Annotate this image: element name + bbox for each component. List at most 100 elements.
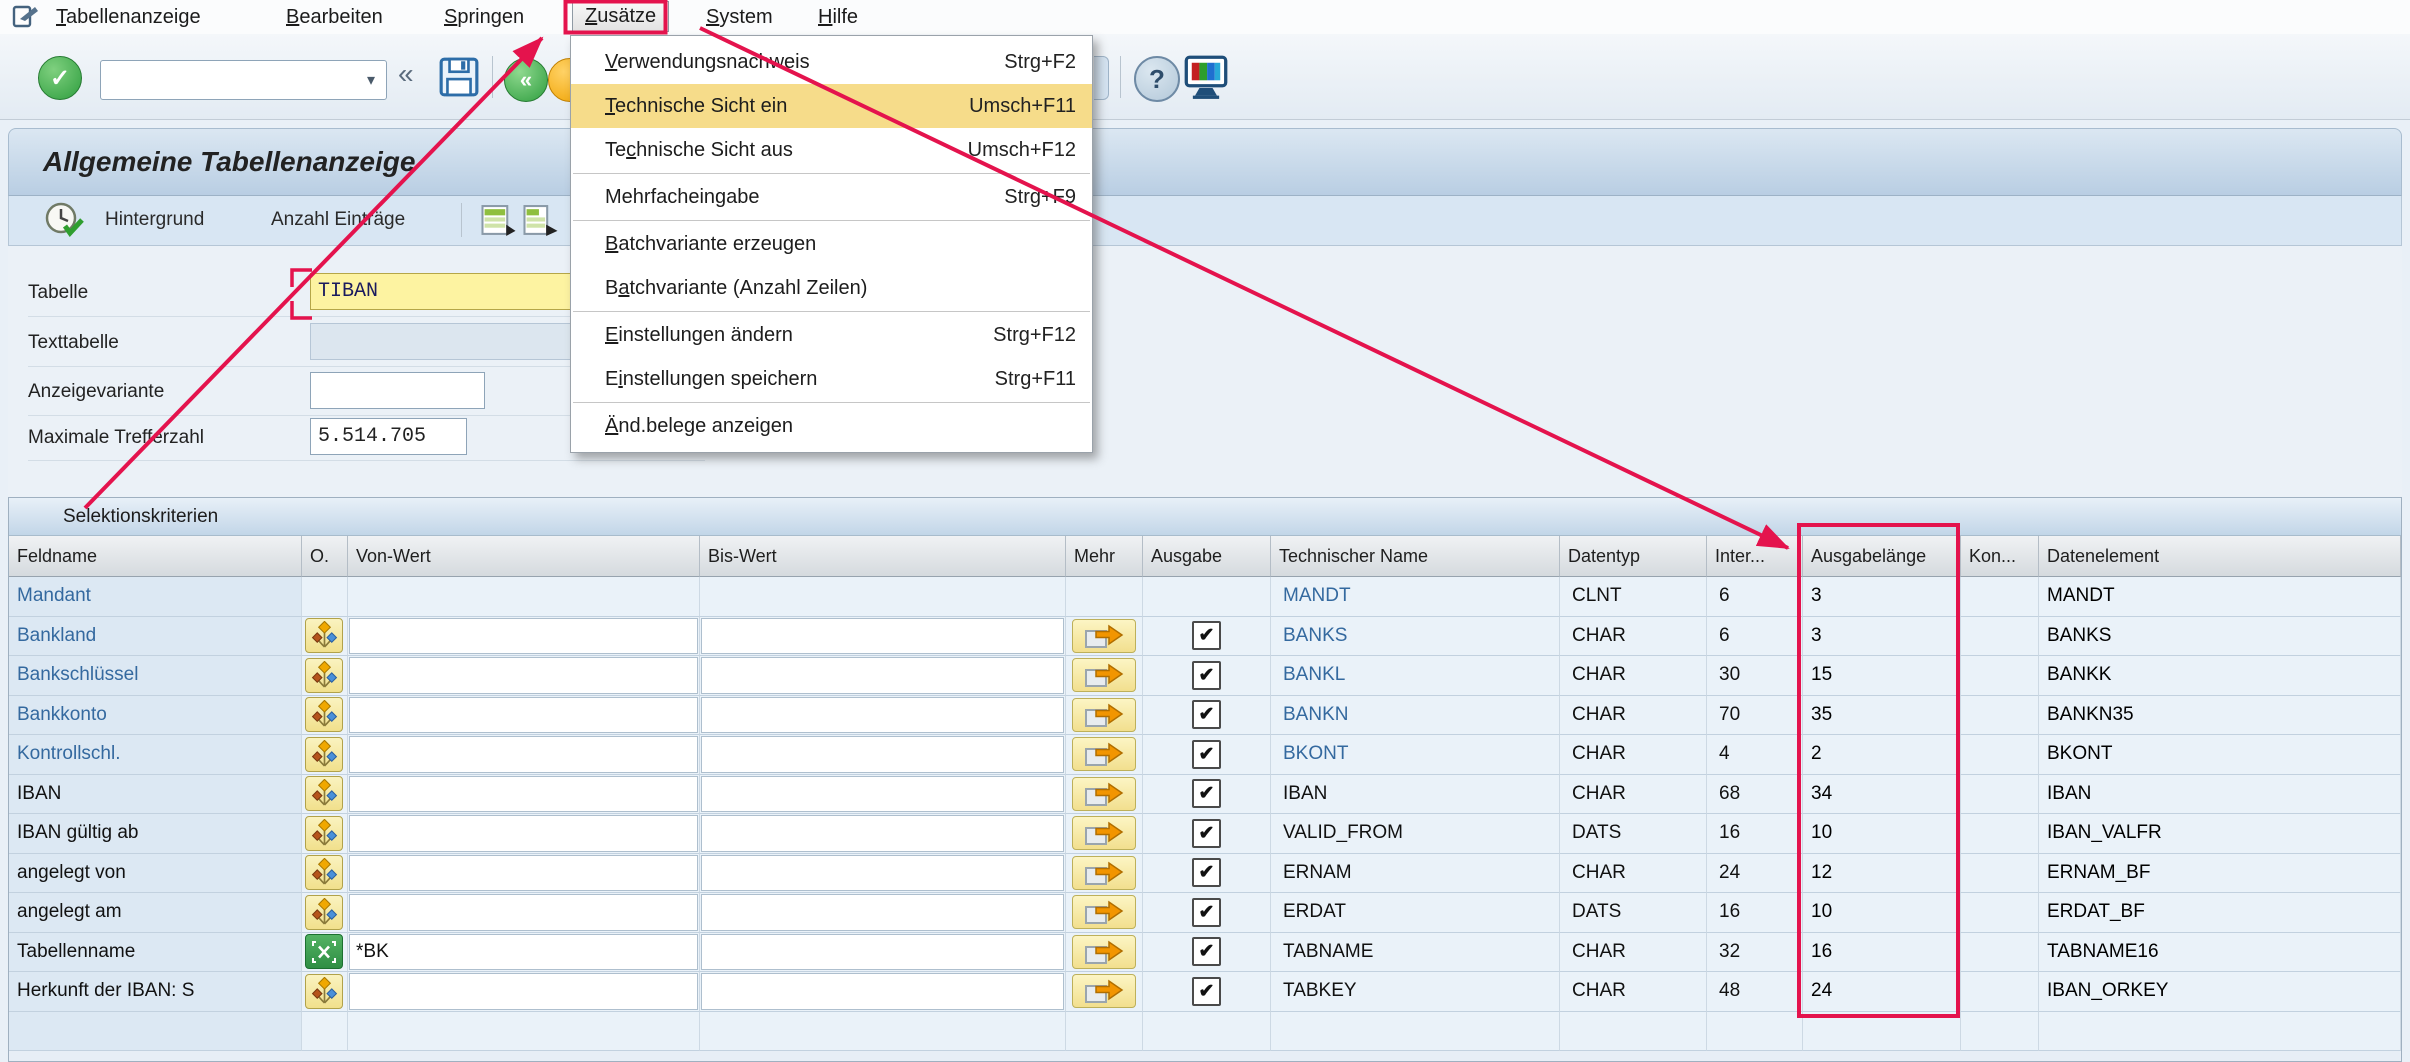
menu-item-label: Einstellungen ändern — [605, 324, 793, 347]
von-wert-input[interactable] — [349, 618, 698, 655]
von-wert-input[interactable] — [349, 697, 698, 734]
menu-item-8[interactable]: Änd.belege anzeigen — [571, 404, 1092, 448]
bis-wert-input[interactable] — [701, 618, 1064, 655]
interne-laenge: 24 — [1719, 862, 1740, 884]
execute-background-icon[interactable] — [43, 199, 85, 246]
bis-wert-input[interactable] — [701, 855, 1064, 892]
von-wert-input[interactable] — [349, 855, 698, 892]
maximale-trefferzahl-label: Maximale Trefferzahl — [28, 418, 204, 457]
von-wert-input[interactable]: *BK — [349, 934, 698, 971]
von-wert-input[interactable] — [349, 973, 698, 1010]
col-bis-wert[interactable]: Bis-Wert — [700, 536, 1066, 577]
col-ausgabelaenge[interactable]: Ausgabelänge — [1803, 536, 1961, 577]
interne-laenge: 6 — [1719, 625, 1730, 647]
mehr-button[interactable] — [1072, 935, 1136, 969]
ausgabe-checkbox[interactable]: ✔ — [1192, 700, 1221, 729]
von-wert-input[interactable] — [349, 657, 698, 694]
mehr-button[interactable] — [1072, 619, 1136, 653]
collapse-icon[interactable]: « — [398, 58, 414, 90]
bis-wert-input[interactable] — [701, 697, 1064, 734]
select-options-button[interactable] — [305, 895, 343, 930]
menu-hilfe[interactable]: Hilfe — [818, 0, 858, 34]
mehr-button[interactable] — [1072, 737, 1136, 771]
customize-layout-icon[interactable] — [1184, 54, 1228, 105]
select-options-button[interactable] — [305, 974, 343, 1009]
menu-item-5[interactable]: Batchvariante (Anzahl Zeilen) — [571, 266, 1092, 310]
exclude-selection-button[interactable] — [305, 934, 343, 969]
command-input[interactable]: ▾ — [100, 60, 387, 100]
anzeigevariante-input[interactable] — [310, 372, 485, 409]
select-options-button[interactable] — [305, 618, 343, 653]
col-feldname[interactable]: Feldname — [9, 536, 302, 577]
ausgabe-checkbox[interactable]: ✔ — [1192, 661, 1221, 690]
menu-bearbeiten[interactable]: Bearbeiten — [286, 0, 383, 34]
col-mehr[interactable]: Mehr — [1066, 536, 1143, 577]
col-datentyp[interactable]: Datentyp — [1560, 536, 1707, 577]
mehr-button[interactable] — [1072, 816, 1136, 850]
mehr-button[interactable] — [1072, 658, 1136, 692]
von-wert-input[interactable] — [349, 776, 698, 813]
ausgabe-checkbox[interactable]: ✔ — [1192, 819, 1221, 848]
select-options-button[interactable] — [305, 658, 343, 693]
bis-wert-input[interactable] — [701, 973, 1064, 1010]
menu-system[interactable]: System — [706, 0, 773, 34]
dropdown-arrow-icon[interactable]: ▾ — [356, 70, 386, 90]
von-wert-input[interactable] — [349, 815, 698, 852]
ausgabe-checkbox[interactable]: ✔ — [1192, 779, 1221, 808]
col-ausgabe[interactable]: Ausgabe — [1143, 536, 1271, 577]
menu-item-6[interactable]: Einstellungen ändernStrg+F12 — [571, 313, 1092, 357]
anzahl-eintraege-button[interactable]: Anzahl Einträge — [271, 196, 405, 244]
mehr-button[interactable] — [1072, 698, 1136, 732]
mehr-button[interactable] — [1072, 974, 1136, 1008]
von-wert-input[interactable] — [349, 736, 698, 773]
ausgabe-checkbox[interactable]: ✔ — [1192, 740, 1221, 769]
maximale-trefferzahl-input[interactable]: 5.514.705 — [310, 418, 467, 455]
save-button[interactable] — [438, 56, 480, 103]
selection-fields-icon[interactable] — [481, 204, 517, 242]
menu-item-2[interactable]: Technische Sicht ausUmsch+F12 — [571, 128, 1092, 172]
select-options-button[interactable] — [305, 697, 343, 732]
menu-item-1[interactable]: Technische Sicht einUmsch+F11 — [571, 84, 1092, 128]
col-o[interactable]: O. — [302, 536, 348, 577]
bis-wert-input[interactable] — [701, 894, 1064, 931]
select-options-button[interactable] — [305, 776, 343, 811]
enter-button[interactable]: ✓ — [38, 56, 82, 100]
ausgabe-checkbox[interactable]: ✔ — [1192, 898, 1221, 927]
menu-item-3[interactable]: MehrfacheingabeStrg+F9 — [571, 175, 1092, 219]
menu-item-0[interactable]: VerwendungsnachweisStrg+F2 — [571, 40, 1092, 84]
select-options-button[interactable] — [305, 816, 343, 851]
menu-tabellenanzeige[interactable]: Tabellenanzeige — [56, 0, 201, 34]
ausgabelaenge: 10 — [1811, 901, 1832, 923]
bis-wert-input[interactable] — [701, 736, 1064, 773]
select-options-button[interactable] — [305, 855, 343, 890]
ausgabe-checkbox[interactable]: ✔ — [1192, 937, 1221, 966]
mehr-button[interactable] — [1072, 777, 1136, 811]
col-von-wert[interactable]: Von-Wert — [348, 536, 700, 577]
bis-wert-input[interactable] — [701, 815, 1064, 852]
col-datenelement[interactable]: Datenelement — [2039, 536, 2401, 577]
menu-zusaetze[interactable]: Zusätze — [572, 1, 669, 32]
datenelement: BANKN35 — [2047, 704, 2134, 726]
menu-item-7[interactable]: Einstellungen speichernStrg+F11 — [571, 357, 1092, 401]
select-options-button[interactable] — [305, 737, 343, 772]
von-wert-input[interactable] — [349, 894, 698, 931]
mehr-button[interactable] — [1072, 895, 1136, 929]
menu-springen[interactable]: Springen — [444, 0, 524, 34]
bis-wert-input[interactable] — [701, 776, 1064, 813]
col-interne-laenge[interactable]: Inter... — [1707, 536, 1803, 577]
ausgabe-checkbox[interactable]: ✔ — [1192, 858, 1221, 887]
back-button[interactable]: « — [504, 58, 548, 102]
table-row: IBAN✔IBANCHAR6834IBAN — [9, 775, 2401, 815]
col-technischer-name[interactable]: Technischer Name — [1271, 536, 1560, 577]
bis-wert-input[interactable] — [701, 657, 1064, 694]
hintergrund-button[interactable]: Hintergrund — [105, 196, 204, 244]
menu-item-4[interactable]: Batchvariante erzeugen — [571, 222, 1092, 266]
output-fields-icon[interactable] — [523, 204, 559, 242]
bis-wert-input[interactable] — [701, 934, 1064, 971]
help-button[interactable]: ? — [1134, 56, 1180, 102]
mehr-button[interactable] — [1072, 856, 1136, 890]
menu-item-label: Einstellungen speichern — [605, 368, 817, 391]
ausgabe-checkbox[interactable]: ✔ — [1192, 977, 1221, 1006]
col-konv[interactable]: Kon... — [1961, 536, 2039, 577]
ausgabe-checkbox[interactable]: ✔ — [1192, 621, 1221, 650]
